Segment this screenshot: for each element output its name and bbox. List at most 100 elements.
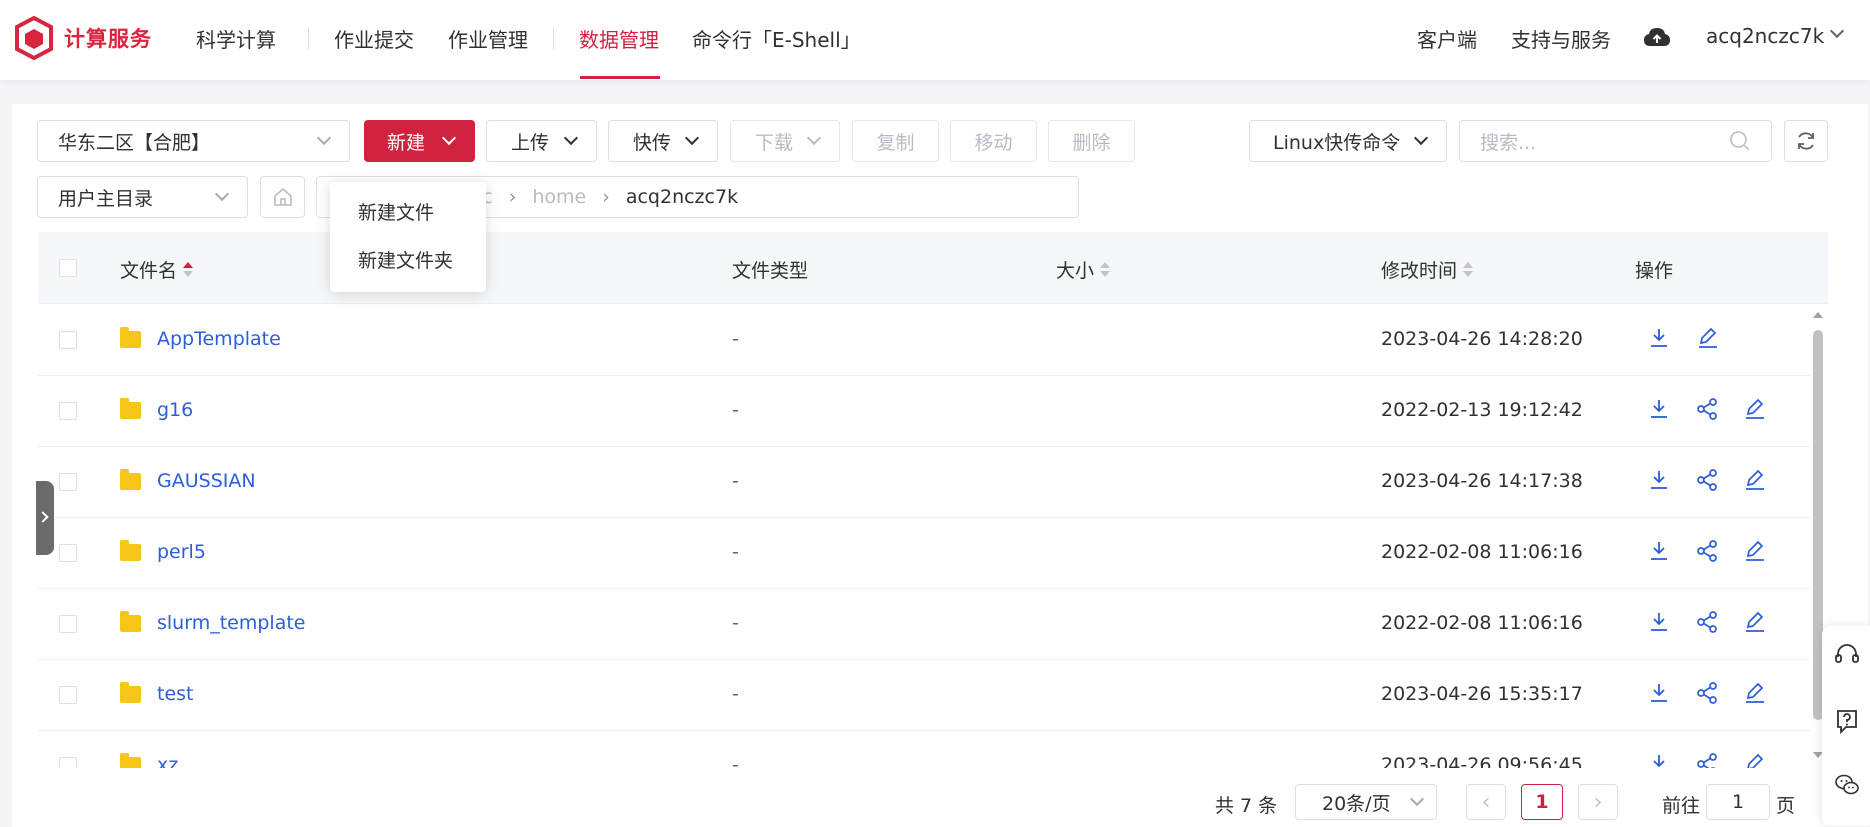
table-row[interactable]: AppTemplate - 2023-04-26 14:28:20 <box>38 305 1810 376</box>
sort-icon[interactable] <box>183 262 194 277</box>
table-row[interactable]: xz - 2023-04-26 09:56:45 <box>38 731 1810 768</box>
download-icon[interactable] <box>1646 467 1672 493</box>
edit-icon[interactable] <box>1742 396 1768 422</box>
sidebar-expand-tab[interactable] <box>36 481 54 555</box>
linux-command-select[interactable]: Linux快传命令 <box>1249 120 1447 162</box>
column-size[interactable]: 大小 <box>1056 256 1111 283</box>
row-checkbox[interactable] <box>59 473 77 491</box>
next-page-button[interactable]: › <box>1578 784 1618 820</box>
row-checkbox[interactable] <box>59 686 77 704</box>
prev-page-button[interactable]: ‹ <box>1466 784 1506 820</box>
file-name-link[interactable]: perl5 <box>157 541 206 563</box>
support-link[interactable]: 支持与服务 <box>1511 24 1611 53</box>
file-name-link[interactable]: test <box>157 683 194 705</box>
download-icon[interactable] <box>1646 396 1672 422</box>
user-menu[interactable]: acq2nczc7k <box>1706 24 1824 48</box>
table-row[interactable]: test - 2023-04-26 15:35:17 <box>38 660 1810 731</box>
file-name-link[interactable]: xz <box>157 754 178 768</box>
chevron-down-icon <box>1409 791 1425 807</box>
region-select[interactable]: 华东二区【合肥】 <box>37 120 350 162</box>
page-size-select[interactable]: 20条/页 <box>1295 784 1437 820</box>
edit-icon[interactable] <box>1742 538 1768 564</box>
help-icon[interactable] <box>1834 708 1860 734</box>
file-modified-time: 2023-04-26 09:56:45 <box>1381 754 1583 768</box>
region-select-label: 华东二区【合肥】 <box>58 131 211 154</box>
copy-button[interactable]: 复制 <box>852 120 939 162</box>
row-checkbox[interactable] <box>59 757 77 768</box>
delete-button-label: 删除 <box>1072 131 1111 154</box>
row-checkbox[interactable] <box>59 402 77 420</box>
download-icon[interactable] <box>1646 538 1672 564</box>
row-checkbox[interactable] <box>59 544 77 562</box>
client-link[interactable]: 客户端 <box>1417 24 1477 53</box>
share-icon[interactable] <box>1694 751 1720 768</box>
nav-data-manage[interactable]: 数据管理 <box>579 24 659 53</box>
share-icon[interactable] <box>1694 609 1720 635</box>
chevron-down-icon[interactable] <box>1829 23 1845 39</box>
row-checkbox[interactable] <box>59 331 77 349</box>
new-button-label: 新建 <box>387 131 426 154</box>
home-button[interactable] <box>260 176 305 218</box>
download-button[interactable]: 下载 <box>730 120 840 162</box>
column-name[interactable]: 文件名 <box>120 256 194 283</box>
page-number-current[interactable]: 1 <box>1521 784 1563 820</box>
sort-icon[interactable] <box>1100 262 1111 277</box>
nav-scientific-computing[interactable]: 科学计算 <box>196 24 276 53</box>
nav-job-submit[interactable]: 作业提交 <box>334 24 414 53</box>
headset-icon[interactable] <box>1834 642 1860 668</box>
upload-button[interactable]: 上传 <box>486 120 597 162</box>
edit-icon[interactable] <box>1742 467 1768 493</box>
edit-icon[interactable] <box>1742 751 1768 768</box>
root-dir-select[interactable]: 用户主目录 <box>37 176 248 218</box>
breadcrumb-item[interactable]: home <box>532 186 586 208</box>
share-icon[interactable] <box>1694 538 1720 564</box>
root-dir-label: 用户主目录 <box>58 187 154 210</box>
logo[interactable]: 计算服务 <box>14 16 152 60</box>
move-button[interactable]: 移动 <box>950 120 1037 162</box>
folder-icon <box>120 753 141 768</box>
share-icon[interactable] <box>1694 396 1720 422</box>
nav-job-manage[interactable]: 作业管理 <box>448 24 528 53</box>
file-modified-time: 2023-04-26 14:28:20 <box>1381 328 1583 350</box>
search-input[interactable]: 搜索... <box>1459 120 1772 162</box>
cloud-upload-icon[interactable] <box>1643 26 1671 50</box>
select-all-checkbox[interactable] <box>59 259 77 277</box>
menu-item-new-folder[interactable]: 新建文件夹 <box>358 246 453 273</box>
table-row[interactable]: GAUSSIAN - 2023-04-26 14:17:38 <box>38 447 1810 518</box>
file-type: - <box>732 399 739 421</box>
column-modified[interactable]: 修改时间 <box>1381 256 1474 283</box>
refresh-button[interactable] <box>1784 120 1828 162</box>
download-icon[interactable] <box>1646 609 1672 635</box>
file-name-link[interactable]: g16 <box>157 399 193 421</box>
row-checkbox[interactable] <box>59 615 77 633</box>
file-type: - <box>732 683 739 705</box>
download-icon[interactable] <box>1646 751 1672 768</box>
edit-icon[interactable] <box>1742 609 1768 635</box>
delete-button[interactable]: 删除 <box>1048 120 1135 162</box>
sort-icon[interactable] <box>1463 262 1474 277</box>
nav-divider <box>308 28 309 50</box>
pagination-total: 共 7 条 <box>1215 795 1278 817</box>
menu-item-new-file[interactable]: 新建文件 <box>358 198 434 225</box>
quick-transfer-button[interactable]: 快传 <box>608 120 718 162</box>
nav-eshell[interactable]: 命令行「E-Shell」 <box>692 24 861 53</box>
table-row[interactable]: perl5 - 2022-02-08 11:06:16 <box>38 518 1810 589</box>
file-name-link[interactable]: slurm_template <box>157 612 305 634</box>
file-name-link[interactable]: AppTemplate <box>157 328 281 350</box>
edit-icon[interactable] <box>1695 325 1721 351</box>
download-icon[interactable] <box>1646 680 1672 706</box>
goto-page-input[interactable]: 1 <box>1706 784 1770 820</box>
share-icon[interactable] <box>1694 467 1720 493</box>
edit-icon[interactable] <box>1742 680 1768 706</box>
new-button[interactable]: 新建 <box>364 120 475 162</box>
breadcrumb-current[interactable]: acq2nczc7k <box>626 186 738 208</box>
table-row[interactable]: slurm_template - 2022-02-08 11:06:16 <box>38 589 1810 660</box>
scroll-up-icon[interactable] <box>1813 312 1823 318</box>
file-name-link[interactable]: GAUSSIAN <box>157 470 256 492</box>
search-icon[interactable] <box>1729 130 1751 152</box>
share-icon[interactable] <box>1694 680 1720 706</box>
wechat-icon[interactable] <box>1834 772 1860 798</box>
download-icon[interactable] <box>1646 325 1672 351</box>
copy-button-label: 复制 <box>876 131 915 154</box>
table-row[interactable]: g16 - 2022-02-13 19:12:42 <box>38 376 1810 447</box>
